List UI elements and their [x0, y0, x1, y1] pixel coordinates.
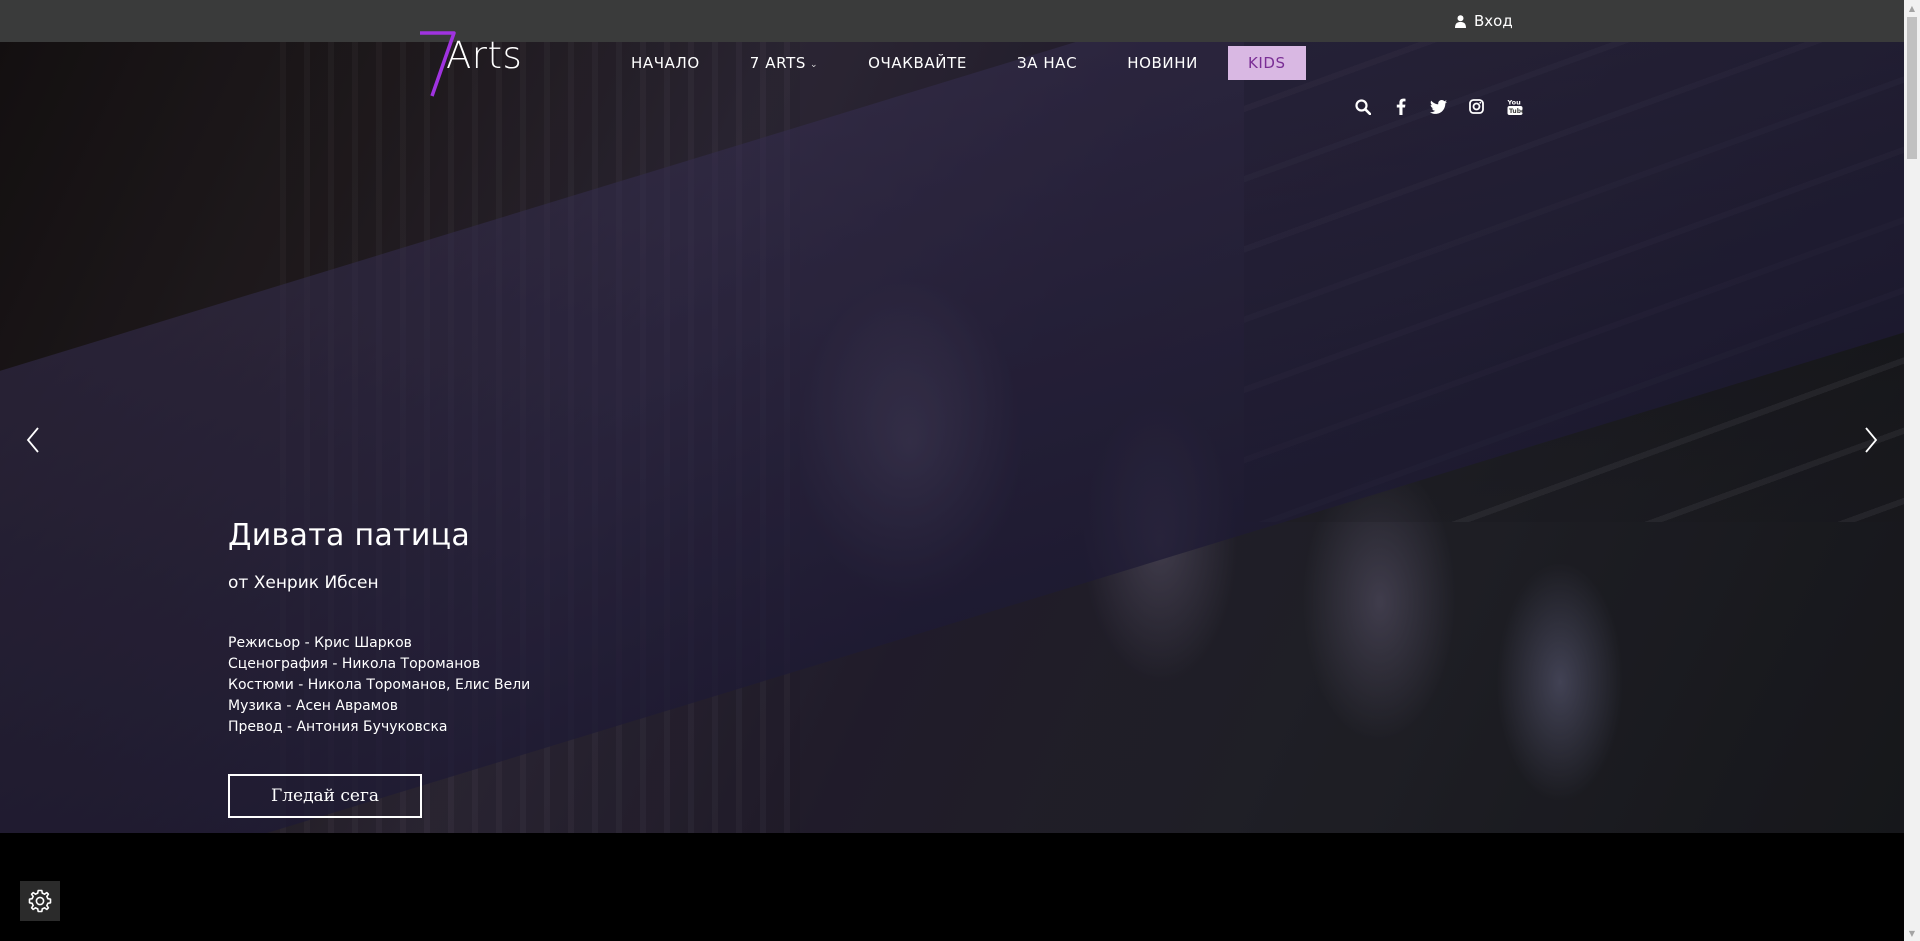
- slider-prev-button[interactable]: [18, 422, 48, 458]
- nav-item-about[interactable]: ЗА НАС: [992, 54, 1102, 72]
- credit-line: Режисьор - Крис Шарков: [228, 635, 412, 651]
- twitter-icon[interactable]: [1428, 96, 1449, 117]
- nav-item-home-label: НАЧАЛО: [631, 54, 700, 72]
- nav-item-upcoming-label: ОЧАКВАЙТЕ: [868, 54, 967, 72]
- nav-item-kids[interactable]: KIDS: [1227, 46, 1306, 80]
- youtube-icon[interactable]: You Tube: [1504, 96, 1525, 117]
- chevron-left-icon: [26, 427, 39, 453]
- slide-credits: Режисьор - Крис Шарков Сценография - Ник…: [228, 633, 530, 738]
- scroll-down-icon[interactable]: ▼: [1904, 925, 1920, 941]
- login-link[interactable]: Вход: [1455, 0, 1513, 42]
- slide-caption: Дивата патица от Хенрик Ибсен Режисьор -…: [228, 518, 530, 738]
- nav-item-news[interactable]: НОВИНИ: [1102, 54, 1223, 72]
- scrollbar[interactable]: ▲ ▼: [1904, 0, 1920, 941]
- top-bar: Вход: [0, 0, 1904, 42]
- logo-text: Arts: [446, 34, 523, 77]
- nav-item-about-label: ЗА НАС: [1016, 54, 1078, 72]
- nav-item-news-label: НОВИНИ: [1127, 54, 1198, 72]
- credit-line: Костюми - Никола Тороманов, Елис Вели: [228, 677, 531, 693]
- nav-item-7arts-label: 7 ARTS: [749, 54, 806, 72]
- user-icon: [1455, 14, 1466, 28]
- chevron-right-icon: [1865, 427, 1878, 453]
- scroll-up-icon[interactable]: ▲: [1904, 0, 1920, 16]
- login-label: Вход: [1474, 12, 1513, 30]
- scroll-thumb[interactable]: [1907, 17, 1917, 159]
- settings-button[interactable]: [20, 881, 60, 921]
- watch-now-button[interactable]: Гледай сега: [228, 774, 422, 818]
- slider-next-button[interactable]: [1856, 422, 1886, 458]
- nav-item-home[interactable]: НАЧАЛО: [606, 54, 725, 72]
- slide-author: от Хенрик Ибсен: [228, 573, 379, 593]
- credit-line: Превод - Антония Бучуковска: [228, 719, 448, 735]
- nav-item-upcoming[interactable]: ОЧАКВАЙТЕ: [843, 54, 992, 72]
- svg-text:You: You: [1507, 98, 1521, 106]
- credit-line: Сценография - Никола Тороманов: [228, 656, 481, 672]
- nav-item-7arts[interactable]: 7 ARTS ⌄: [725, 54, 843, 72]
- main-nav: НАЧАЛО 7 ARTS ⌄ ОЧАКВАЙТЕ ЗА НАС НОВИНИ …: [606, 46, 1306, 80]
- social-icons: You Tube: [1352, 96, 1525, 117]
- site-logo[interactable]: Arts: [418, 30, 528, 100]
- chevron-down-icon: ⌄: [809, 60, 819, 70]
- svg-text:Tube: Tube: [1509, 108, 1523, 115]
- search-icon[interactable]: [1352, 96, 1373, 117]
- instagram-icon[interactable]: [1466, 96, 1487, 117]
- credit-line: Музика - Асен Аврамов: [228, 698, 399, 714]
- gear-icon: [28, 889, 52, 913]
- slide-title: Дивата патица: [228, 518, 471, 553]
- facebook-icon[interactable]: [1390, 96, 1411, 117]
